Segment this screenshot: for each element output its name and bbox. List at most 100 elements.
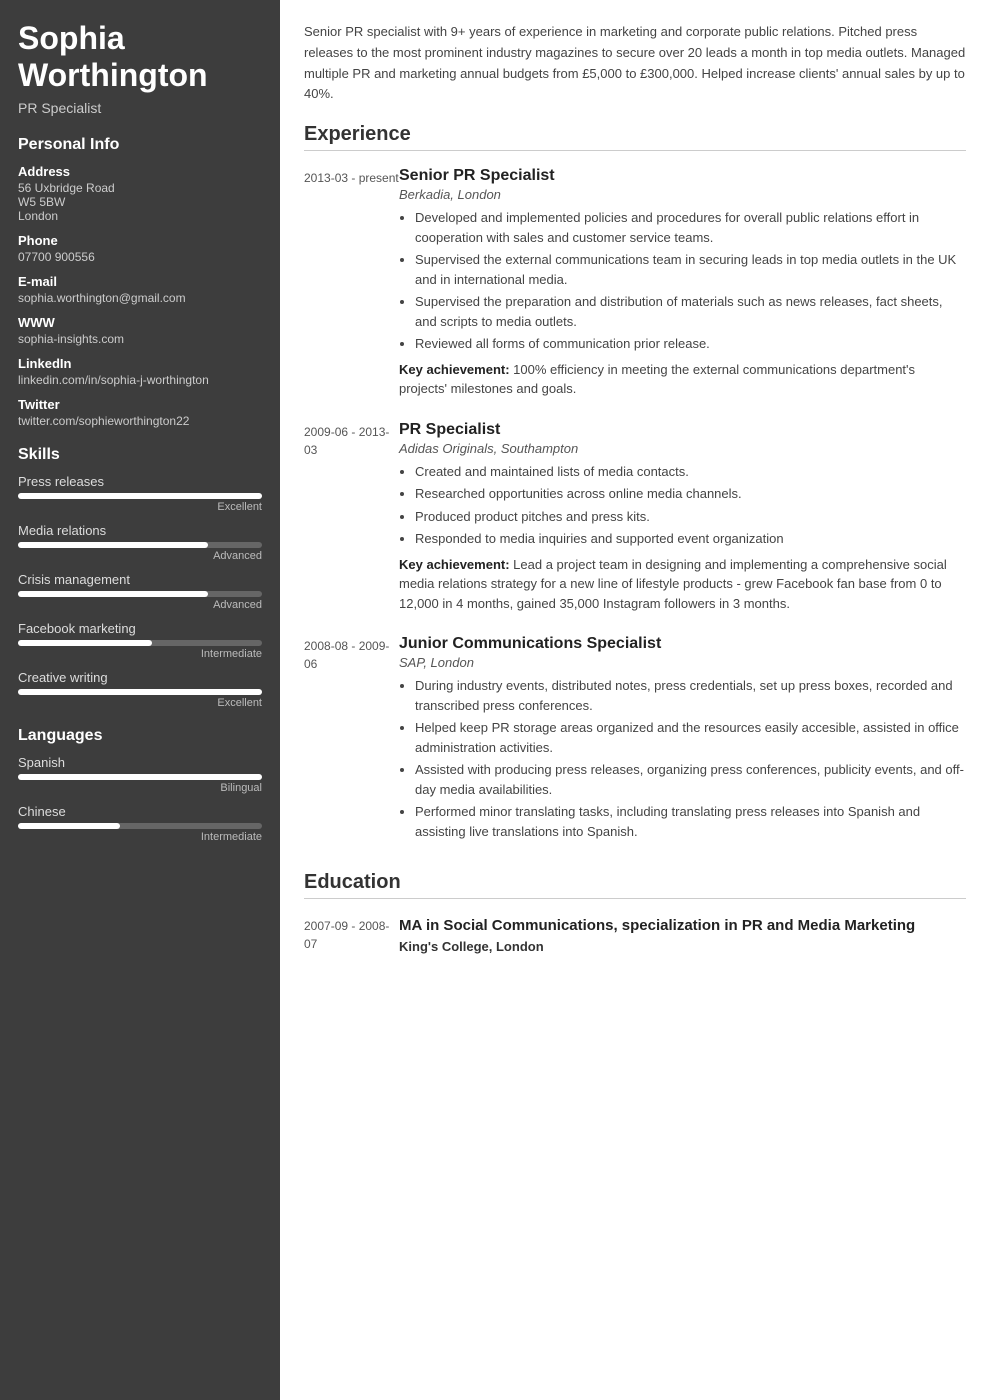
bullet-item: Helped keep PR storage areas organized a… xyxy=(415,718,966,757)
exp-date: 2013-03 - present xyxy=(304,167,399,399)
address-line-2: W5 5BW xyxy=(18,195,262,209)
candidate-title: PR Specialist xyxy=(18,100,262,116)
bullet-item: Reviewed all forms of communication prio… xyxy=(415,334,966,354)
exp-bullets: Developed and implemented policies and p… xyxy=(399,208,966,354)
linkedin-label: LinkedIn xyxy=(18,356,262,371)
education-section: Education 2007-09 - 2008-07 MA in Social… xyxy=(304,871,966,954)
bullet-item: Created and maintained lists of media co… xyxy=(415,462,966,482)
language-name: Spanish xyxy=(18,755,262,770)
edu-degree: MA in Social Communications, specializat… xyxy=(399,915,966,936)
exp-content: Junior Communications Specialist SAP, Lo… xyxy=(399,635,966,847)
skill-item: Creative writing Excellent xyxy=(18,670,262,709)
bullet-item: Performed minor translating tasks, inclu… xyxy=(415,802,966,841)
bullet-item: Researched opportunities across online m… xyxy=(415,484,966,504)
skills-list: Press releases Excellent Media relations… xyxy=(18,474,262,709)
skill-name: Crisis management xyxy=(18,572,262,587)
key-achievement: Key achievement: Lead a project team in … xyxy=(399,555,966,614)
language-level: Bilingual xyxy=(18,782,262,794)
email-label: E-mail xyxy=(18,274,262,289)
bullet-item: Responded to media inquiries and support… xyxy=(415,529,966,549)
experience-section: Experience 2013-03 - present Senior PR S… xyxy=(304,123,966,847)
bullet-item: Assisted with producing press releases, … xyxy=(415,760,966,799)
skill-name: Creative writing xyxy=(18,670,262,685)
skill-bar-fill xyxy=(18,493,262,499)
skill-bar-background xyxy=(18,591,262,597)
bullet-item: Supervised the preparation and distribut… xyxy=(415,292,966,331)
skill-item: Facebook marketing Intermediate xyxy=(18,621,262,660)
skill-bar-background xyxy=(18,542,262,548)
exp-date: 2009-06 - 2013-03 xyxy=(304,421,399,614)
experience-entry: 2013-03 - present Senior PR Specialist B… xyxy=(304,167,966,399)
sidebar: Sophia Worthington PR Specialist Persona… xyxy=(0,0,280,1400)
edu-school: King's College, London xyxy=(399,939,966,954)
address-line-1: 56 Uxbridge Road xyxy=(18,181,262,195)
skill-bar-background xyxy=(18,640,262,646)
language-name: Chinese xyxy=(18,804,262,819)
experience-entry: 2008-08 - 2009-06 Junior Communications … xyxy=(304,635,966,847)
key-achievement: Key achievement: 100% efficiency in meet… xyxy=(399,360,966,399)
personal-info-section-title: Personal Info xyxy=(18,136,262,154)
languages-section-title: Languages xyxy=(18,727,262,745)
languages-list: Spanish Bilingual Chinese Intermediate xyxy=(18,755,262,843)
twitter-label: Twitter xyxy=(18,397,262,412)
email-value: sophia.worthington@gmail.com xyxy=(18,291,262,305)
skill-item: Media relations Advanced xyxy=(18,523,262,562)
language-bar-fill xyxy=(18,823,120,829)
exp-content: Senior PR Specialist Berkadia, London De… xyxy=(399,167,966,399)
exp-content: PR Specialist Adidas Originals, Southamp… xyxy=(399,421,966,614)
skill-bar-fill xyxy=(18,542,208,548)
skill-level: Intermediate xyxy=(18,648,262,660)
skill-level: Advanced xyxy=(18,599,262,611)
bullet-item: Supervised the external communications t… xyxy=(415,250,966,289)
phone-value: 07700 900556 xyxy=(18,250,262,264)
experience-list: 2013-03 - present Senior PR Specialist B… xyxy=(304,167,966,847)
skill-name: Media relations xyxy=(18,523,262,538)
skill-item: Press releases Excellent xyxy=(18,474,262,513)
bullet-item: Produced product pitches and press kits. xyxy=(415,507,966,527)
language-item: Chinese Intermediate xyxy=(18,804,262,843)
skill-bar-fill xyxy=(18,689,262,695)
skill-bar-fill xyxy=(18,591,208,597)
language-bar-background xyxy=(18,774,262,780)
skill-name: Facebook marketing xyxy=(18,621,262,636)
skill-level: Excellent xyxy=(18,697,262,709)
education-list: 2007-09 - 2008-07 MA in Social Communica… xyxy=(304,915,966,954)
language-item: Spanish Bilingual xyxy=(18,755,262,794)
skills-section-title: Skills xyxy=(18,446,262,464)
exp-bullets: Created and maintained lists of media co… xyxy=(399,462,966,549)
skill-level: Advanced xyxy=(18,550,262,562)
twitter-value: twitter.com/sophieworthington22 xyxy=(18,414,262,428)
www-value: sophia-insights.com xyxy=(18,332,262,346)
exp-company: Adidas Originals, Southampton xyxy=(399,441,966,456)
exp-date: 2008-08 - 2009-06 xyxy=(304,635,399,847)
education-entry: 2007-09 - 2008-07 MA in Social Communica… xyxy=(304,915,966,954)
language-level: Intermediate xyxy=(18,831,262,843)
language-bar-fill xyxy=(18,774,262,780)
skill-bar-background xyxy=(18,689,262,695)
address-label: Address xyxy=(18,164,262,179)
skill-item: Crisis management Advanced xyxy=(18,572,262,611)
exp-role: PR Specialist xyxy=(399,421,966,439)
phone-label: Phone xyxy=(18,233,262,248)
www-label: WWW xyxy=(18,315,262,330)
edu-content: MA in Social Communications, specializat… xyxy=(399,915,966,954)
skill-level: Excellent xyxy=(18,501,262,513)
experience-section-title: Experience xyxy=(304,123,966,151)
main-content: Senior PR specialist with 9+ years of ex… xyxy=(280,0,990,1400)
exp-bullets: During industry events, distributed note… xyxy=(399,676,966,841)
bullet-item: Developed and implemented policies and p… xyxy=(415,208,966,247)
skill-bar-fill xyxy=(18,640,152,646)
linkedin-value: linkedin.com/in/sophia-j-worthington xyxy=(18,373,262,387)
exp-company: SAP, London xyxy=(399,655,966,670)
address-line-3: London xyxy=(18,209,262,223)
skill-name: Press releases xyxy=(18,474,262,489)
language-bar-background xyxy=(18,823,262,829)
exp-role: Junior Communications Specialist xyxy=(399,635,966,653)
edu-date: 2007-09 - 2008-07 xyxy=(304,915,399,954)
summary-text: Senior PR specialist with 9+ years of ex… xyxy=(304,22,966,105)
experience-entry: 2009-06 - 2013-03 PR Specialist Adidas O… xyxy=(304,421,966,614)
bullet-item: During industry events, distributed note… xyxy=(415,676,966,715)
candidate-name: Sophia Worthington xyxy=(18,20,262,94)
exp-company: Berkadia, London xyxy=(399,187,966,202)
skill-bar-background xyxy=(18,493,262,499)
